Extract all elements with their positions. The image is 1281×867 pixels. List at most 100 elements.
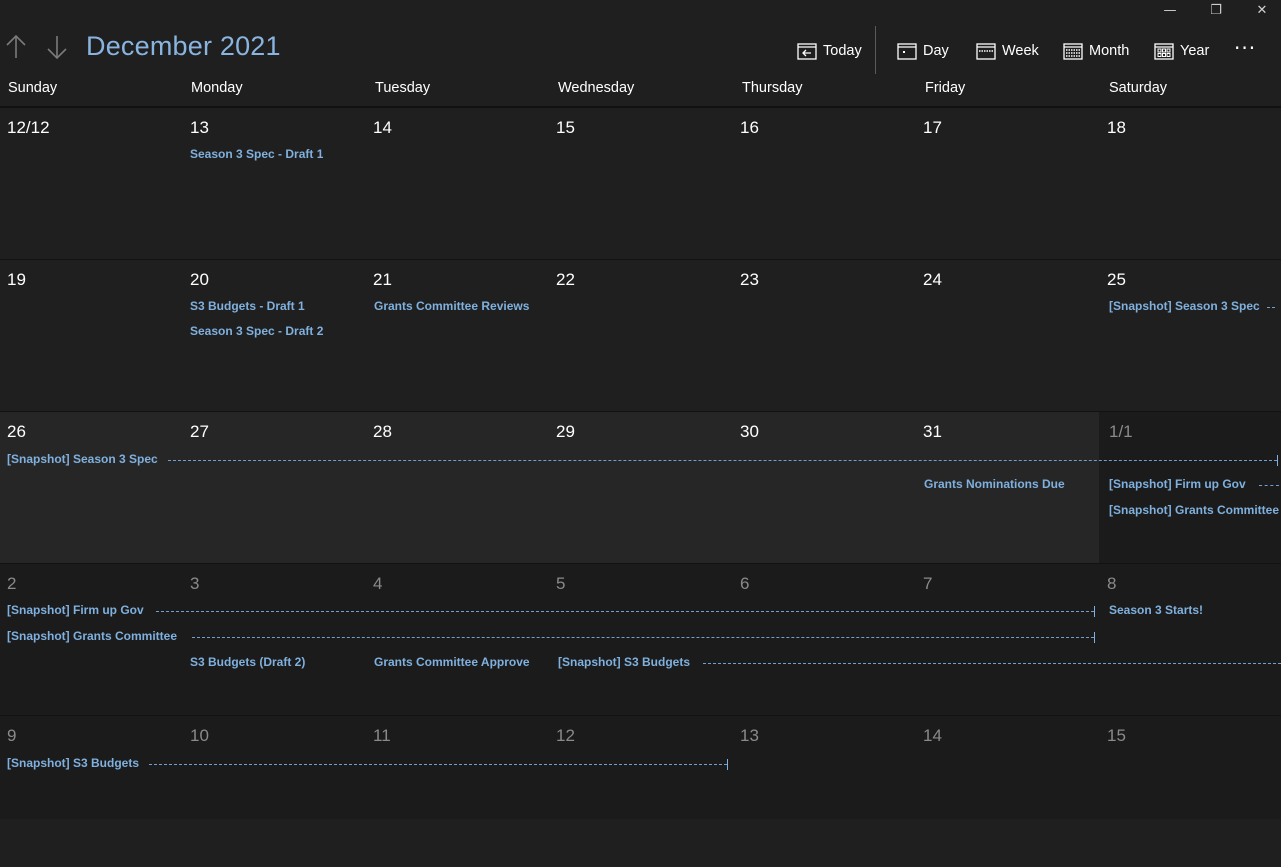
calendar-event[interactable]: [Snapshot] Firm up Gov (7, 603, 144, 617)
day-cell[interactable]: 23 (733, 260, 916, 411)
day-number: 11 (373, 726, 391, 745)
calendar-event[interactable]: [Snapshot] Grants Committee (1109, 503, 1281, 517)
day-cell[interactable]: 29 (549, 412, 732, 563)
calendar-event[interactable]: [Snapshot] S3 Budgets (558, 655, 690, 669)
restore-button[interactable]: ❐ (1193, 2, 1239, 22)
calendar-event[interactable]: [Snapshot] S3 Budgets (7, 756, 139, 770)
day-cell[interactable]: 21 Grants Committee Reviews (366, 260, 549, 411)
year-icon (1154, 43, 1174, 60)
day-label: Day (923, 43, 949, 59)
week-view-button[interactable]: Week (976, 39, 1039, 63)
calendar-event[interactable]: S3 Budgets (Draft 2) (190, 655, 305, 669)
day-cell[interactable]: 30 (733, 412, 916, 563)
calendar-event[interactable]: Season 3 Spec - Draft 2 (190, 324, 323, 338)
day-number: 27 (190, 422, 209, 441)
day-cell[interactable]: 12/12 (0, 108, 183, 259)
event-span-line (1259, 485, 1279, 486)
day-cell[interactable]: 16 (733, 108, 916, 259)
title-bar: — ❐ ✕ (0, 0, 1281, 22)
week-row: 2 3 S3 Budgets (Draft 2) 4 Grants Commit… (0, 564, 1281, 716)
day-icon (897, 43, 917, 60)
calendar-event[interactable]: [Snapshot] Season 3 Spec (7, 452, 158, 466)
day-cell[interactable]: 13 (733, 716, 916, 867)
year-view-button[interactable]: Year (1154, 39, 1209, 63)
day-cell[interactable]: 28 (366, 412, 549, 563)
day-cell[interactable]: 10 (183, 716, 366, 867)
day-cell[interactable]: 22 (549, 260, 732, 411)
day-cell[interactable]: 9 (0, 716, 183, 867)
week-row: 19 20 S3 Budgets - Draft 1 Season 3 Spec… (0, 260, 1281, 412)
day-number: 18 (1107, 118, 1126, 137)
day-number: 29 (556, 422, 575, 441)
more-options-button[interactable]: ··· (1234, 36, 1256, 60)
today-button[interactable]: Today (797, 39, 862, 63)
month-view-button[interactable]: Month (1063, 39, 1129, 63)
day-cell[interactable]: 11 (366, 716, 549, 867)
close-button[interactable]: ✕ (1239, 2, 1281, 22)
next-month-button[interactable] (45, 34, 69, 64)
day-number: 31 (923, 422, 942, 441)
day-number: 19 (7, 270, 26, 289)
weekday-header: Sunday Monday Tuesday Wednesday Thursday… (0, 76, 1281, 108)
day-cell[interactable]: 5 (549, 564, 732, 715)
day-cell[interactable]: 7 (916, 564, 1099, 715)
day-cell[interactable]: 3 S3 Budgets (Draft 2) (183, 564, 366, 715)
day-cell[interactable]: 12 (549, 716, 732, 867)
event-span-end (1277, 455, 1278, 466)
event-span-line (149, 764, 727, 765)
day-number: 5 (556, 574, 566, 593)
event-span-end (727, 759, 728, 770)
calendar-event[interactable]: Season 3 Spec - Draft 1 (190, 147, 323, 161)
day-cell[interactable]: 15 (549, 108, 732, 259)
calendar-event[interactable]: [Snapshot] Grants Committee (7, 629, 177, 643)
weekday-sunday: Sunday (8, 80, 58, 96)
day-cell[interactable]: 14 (366, 108, 549, 259)
day-number: 15 (1107, 726, 1126, 745)
event-span-end (1094, 632, 1095, 643)
day-cell[interactable]: 1/1 [Snapshot] Firm up Gov [Snapshot] Gr… (1099, 412, 1281, 563)
calendar-event[interactable]: Grants Committee Reviews (374, 299, 529, 313)
day-cell[interactable]: 4 Grants Committee Approve (366, 564, 549, 715)
week-label: Week (1002, 43, 1039, 59)
day-cell[interactable]: 15 (1100, 716, 1281, 867)
calendar-event[interactable]: Season 3 Starts! (1109, 603, 1203, 617)
day-number: 13 (190, 118, 209, 137)
day-cell[interactable]: 27 (183, 412, 366, 563)
day-number: 17 (923, 118, 942, 137)
event-span-line (703, 663, 1281, 664)
day-number: 13 (740, 726, 759, 745)
minimize-button[interactable]: — (1147, 2, 1193, 22)
calendar-event[interactable]: [Snapshot] Firm up Gov (1109, 477, 1254, 491)
day-cell[interactable]: 31 Grants Nominations Due (916, 412, 1099, 563)
weekday-saturday: Saturday (1109, 80, 1168, 96)
today-label: Today (823, 43, 862, 59)
day-cell[interactable]: 18 (1100, 108, 1281, 259)
day-cell[interactable]: 25 [Snapshot] Season 3 Spec (1100, 260, 1281, 411)
event-span-line (156, 611, 1094, 612)
day-number: 25 (1107, 270, 1126, 289)
day-cell[interactable]: 26 (0, 412, 183, 563)
event-span-line (1267, 307, 1275, 308)
day-cell[interactable]: 24 (916, 260, 1099, 411)
calendar-event[interactable]: [Snapshot] Season 3 Spec (1109, 299, 1263, 313)
day-number: 1/1 (1109, 422, 1133, 441)
calendar-event[interactable]: Grants Nominations Due (924, 477, 1065, 491)
day-cell[interactable]: 17 (916, 108, 1099, 259)
day-cell[interactable]: 6 (733, 564, 916, 715)
calendar-event[interactable]: S3 Budgets - Draft 1 (190, 299, 305, 313)
day-view-button[interactable]: Day (897, 39, 949, 63)
event-span-end (1094, 606, 1095, 617)
day-cell[interactable]: 13 Season 3 Spec - Draft 1 (183, 108, 366, 259)
day-number: 20 (190, 270, 209, 289)
day-number: 14 (373, 118, 392, 137)
day-number: 15 (556, 118, 575, 137)
day-cell[interactable]: 20 S3 Budgets - Draft 1 Season 3 Spec - … (183, 260, 366, 411)
weekday-friday: Friday (925, 80, 966, 96)
week-row: 26 27 28 29 30 31 Grants Nominations Due… (0, 412, 1281, 564)
day-cell[interactable]: 14 (916, 716, 1099, 867)
previous-month-button[interactable] (4, 34, 28, 64)
day-number: 14 (923, 726, 942, 745)
day-cell[interactable]: 8 Season 3 Starts! (1100, 564, 1281, 715)
day-cell[interactable]: 19 (0, 260, 183, 411)
calendar-event[interactable]: Grants Committee Approve (374, 655, 549, 669)
